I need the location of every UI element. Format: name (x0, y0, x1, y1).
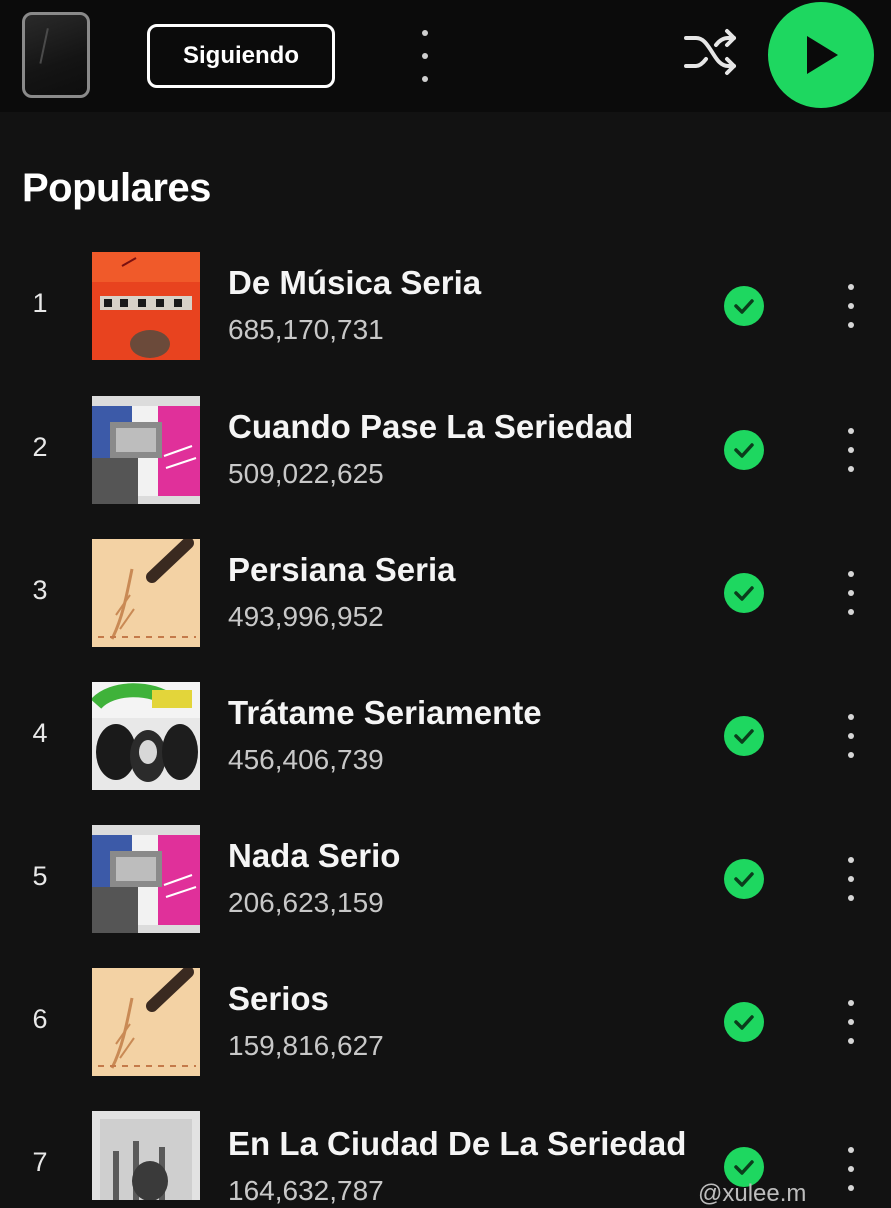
track-row[interactable]: 6 Serios 159,816,627 (0, 968, 891, 1078)
shuffle-icon[interactable] (680, 26, 740, 78)
album-cover (92, 825, 200, 933)
track-play-count: 456,406,739 (228, 744, 384, 775)
downloaded-check-icon (724, 1002, 764, 1042)
more-dot (848, 1185, 854, 1191)
downloaded-check-icon (724, 286, 764, 326)
track-more-icon[interactable] (836, 571, 866, 615)
track-title: Cuando Pase La Seriedad (228, 408, 634, 445)
more-dot (848, 428, 854, 434)
track-more-icon[interactable] (836, 284, 866, 328)
track-more-icon[interactable] (836, 857, 866, 901)
track-play-count: 493,996,952 (228, 601, 384, 632)
downloaded-check-icon (724, 716, 764, 756)
popular-section-title: Populares (22, 166, 211, 210)
track-title: En La Ciudad De La Seriedad (228, 1125, 687, 1162)
track-play-count: 206,623,159 (228, 887, 384, 918)
track-title: Trátame Seriamente (228, 694, 542, 731)
more-dot (848, 303, 854, 309)
track-number: 1 (32, 288, 48, 318)
track-number: 7 (32, 1147, 48, 1177)
more-dot (848, 1038, 854, 1044)
downloaded-check-icon (724, 859, 764, 899)
track-number: 4 (32, 718, 48, 748)
more-dot (848, 447, 854, 453)
more-dot (848, 284, 854, 290)
track-row[interactable]: 3 Persiana Seria 493,996,952 (0, 539, 891, 649)
watermark-text: @xulee.m (698, 1180, 807, 1207)
track-title: Persiana Seria (228, 551, 456, 588)
more-dot (848, 590, 854, 596)
more-dot (848, 876, 854, 882)
album-cover (92, 968, 200, 1076)
track-more-icon[interactable] (836, 714, 866, 758)
play-button[interactable] (768, 2, 874, 108)
track-number: 3 (32, 575, 48, 605)
more-dot (422, 76, 428, 82)
more-dot (848, 466, 854, 472)
artist-action-bar: Siguiendo (0, 0, 891, 112)
track-more-icon[interactable] (836, 428, 866, 472)
album-cover (92, 682, 200, 790)
more-dot (848, 322, 854, 328)
more-dot (422, 30, 428, 36)
album-cover (92, 539, 200, 647)
track-number: 2 (32, 432, 48, 462)
more-dot (848, 733, 854, 739)
more-options-icon[interactable] (410, 30, 440, 82)
track-title: De Música Seria (228, 264, 482, 301)
album-cover (92, 252, 200, 360)
track-play-count: 509,022,625 (228, 458, 384, 489)
track-row[interactable]: 4 Trátame Seriamente 456,406,739 (0, 682, 891, 792)
track-number: 5 (32, 861, 48, 891)
more-dot (848, 857, 854, 863)
play-icon (807, 36, 838, 74)
track-more-icon[interactable] (836, 1147, 866, 1191)
more-dot (848, 1166, 854, 1172)
more-dot (848, 609, 854, 615)
track-number: 6 (32, 1004, 48, 1034)
downloaded-check-icon (724, 573, 764, 613)
downloaded-check-icon (724, 430, 764, 470)
more-dot (848, 1019, 854, 1025)
track-title: Serios (228, 980, 329, 1017)
more-dot (848, 895, 854, 901)
album-cover (92, 396, 200, 504)
track-play-count: 159,816,627 (228, 1030, 384, 1061)
track-row[interactable]: 2 Cuando Pase La Seriedad 509,022,625 (0, 396, 891, 506)
album-cover (92, 1111, 200, 1200)
track-more-icon[interactable] (836, 1000, 866, 1044)
track-row[interactable]: 5 Nada Serio 206,623,159 (0, 825, 891, 935)
following-button[interactable]: Siguiendo (147, 24, 335, 88)
artist-popular-tracks-screen: Siguiendo Populares 1 De Música Seria 68… (0, 0, 891, 1207)
track-row[interactable]: 1 De Música Seria 685,170,731 (0, 252, 891, 362)
more-dot (848, 714, 854, 720)
more-dot (848, 1147, 854, 1153)
more-dot (848, 752, 854, 758)
track-play-count: 164,632,787 (228, 1175, 384, 1206)
track-title: Nada Serio (228, 837, 401, 874)
more-dot (848, 1000, 854, 1006)
more-dot (848, 571, 854, 577)
track-play-count: 685,170,731 (228, 314, 384, 345)
artist-thumbnail[interactable] (22, 12, 90, 98)
more-dot (422, 53, 428, 59)
